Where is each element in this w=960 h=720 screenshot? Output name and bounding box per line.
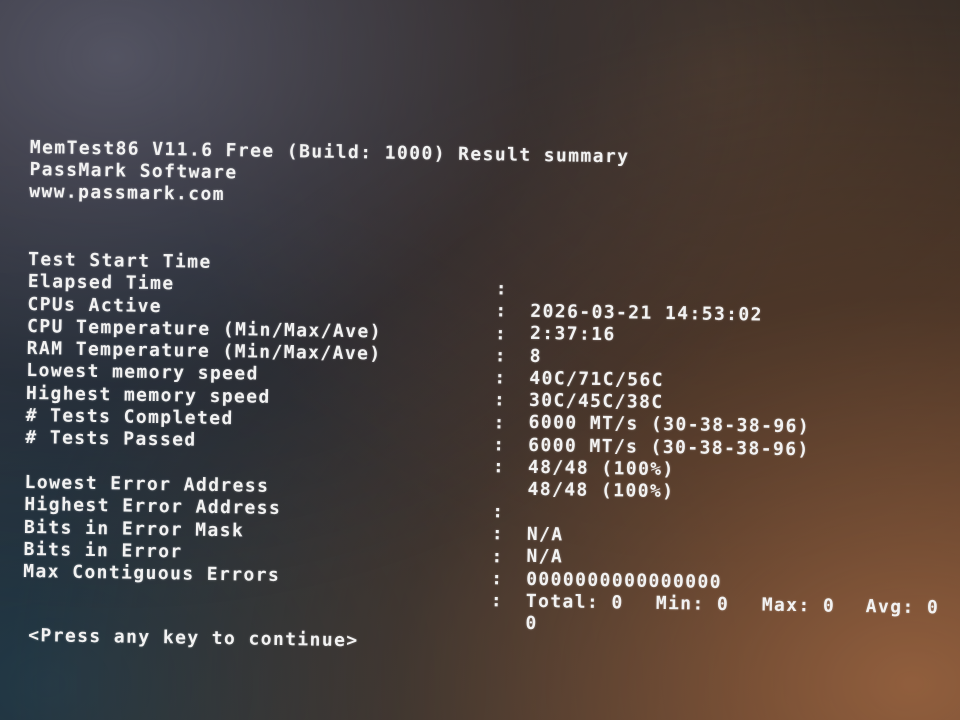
- company-url: www.passmark.com: [29, 180, 226, 206]
- bits-avg: Avg: 0: [865, 596, 940, 619]
- row-value: 0: [525, 612, 538, 635]
- result-table: Test Start Time : 2026-03-21 14:53:02 El…: [23, 227, 948, 634]
- row-label: Max Contiguous Errors: [23, 561, 281, 587]
- row-separator: :: [493, 434, 506, 456]
- company-name: PassMark Software: [29, 158, 238, 184]
- bits-total: Total: 0: [525, 590, 624, 614]
- row-separator: :: [490, 590, 504, 612]
- row-label: # Tests Passed: [25, 427, 197, 452]
- bits-in-error-values: Total: 0 Min: 0 Max: 0 Avg: 0: [526, 591, 940, 619]
- row-value: 0000000000000000: [526, 568, 723, 593]
- bits-max: Max: 0: [761, 594, 836, 617]
- bits-min: Min: 0: [655, 592, 730, 615]
- row-separator: :: [491, 568, 504, 590]
- memtest-result-screen: MemTest86 V11.6 Free (Build: 1000) Resul…: [0, 0, 960, 720]
- press-any-key-prompt[interactable]: <Press any key to continue>: [28, 625, 359, 652]
